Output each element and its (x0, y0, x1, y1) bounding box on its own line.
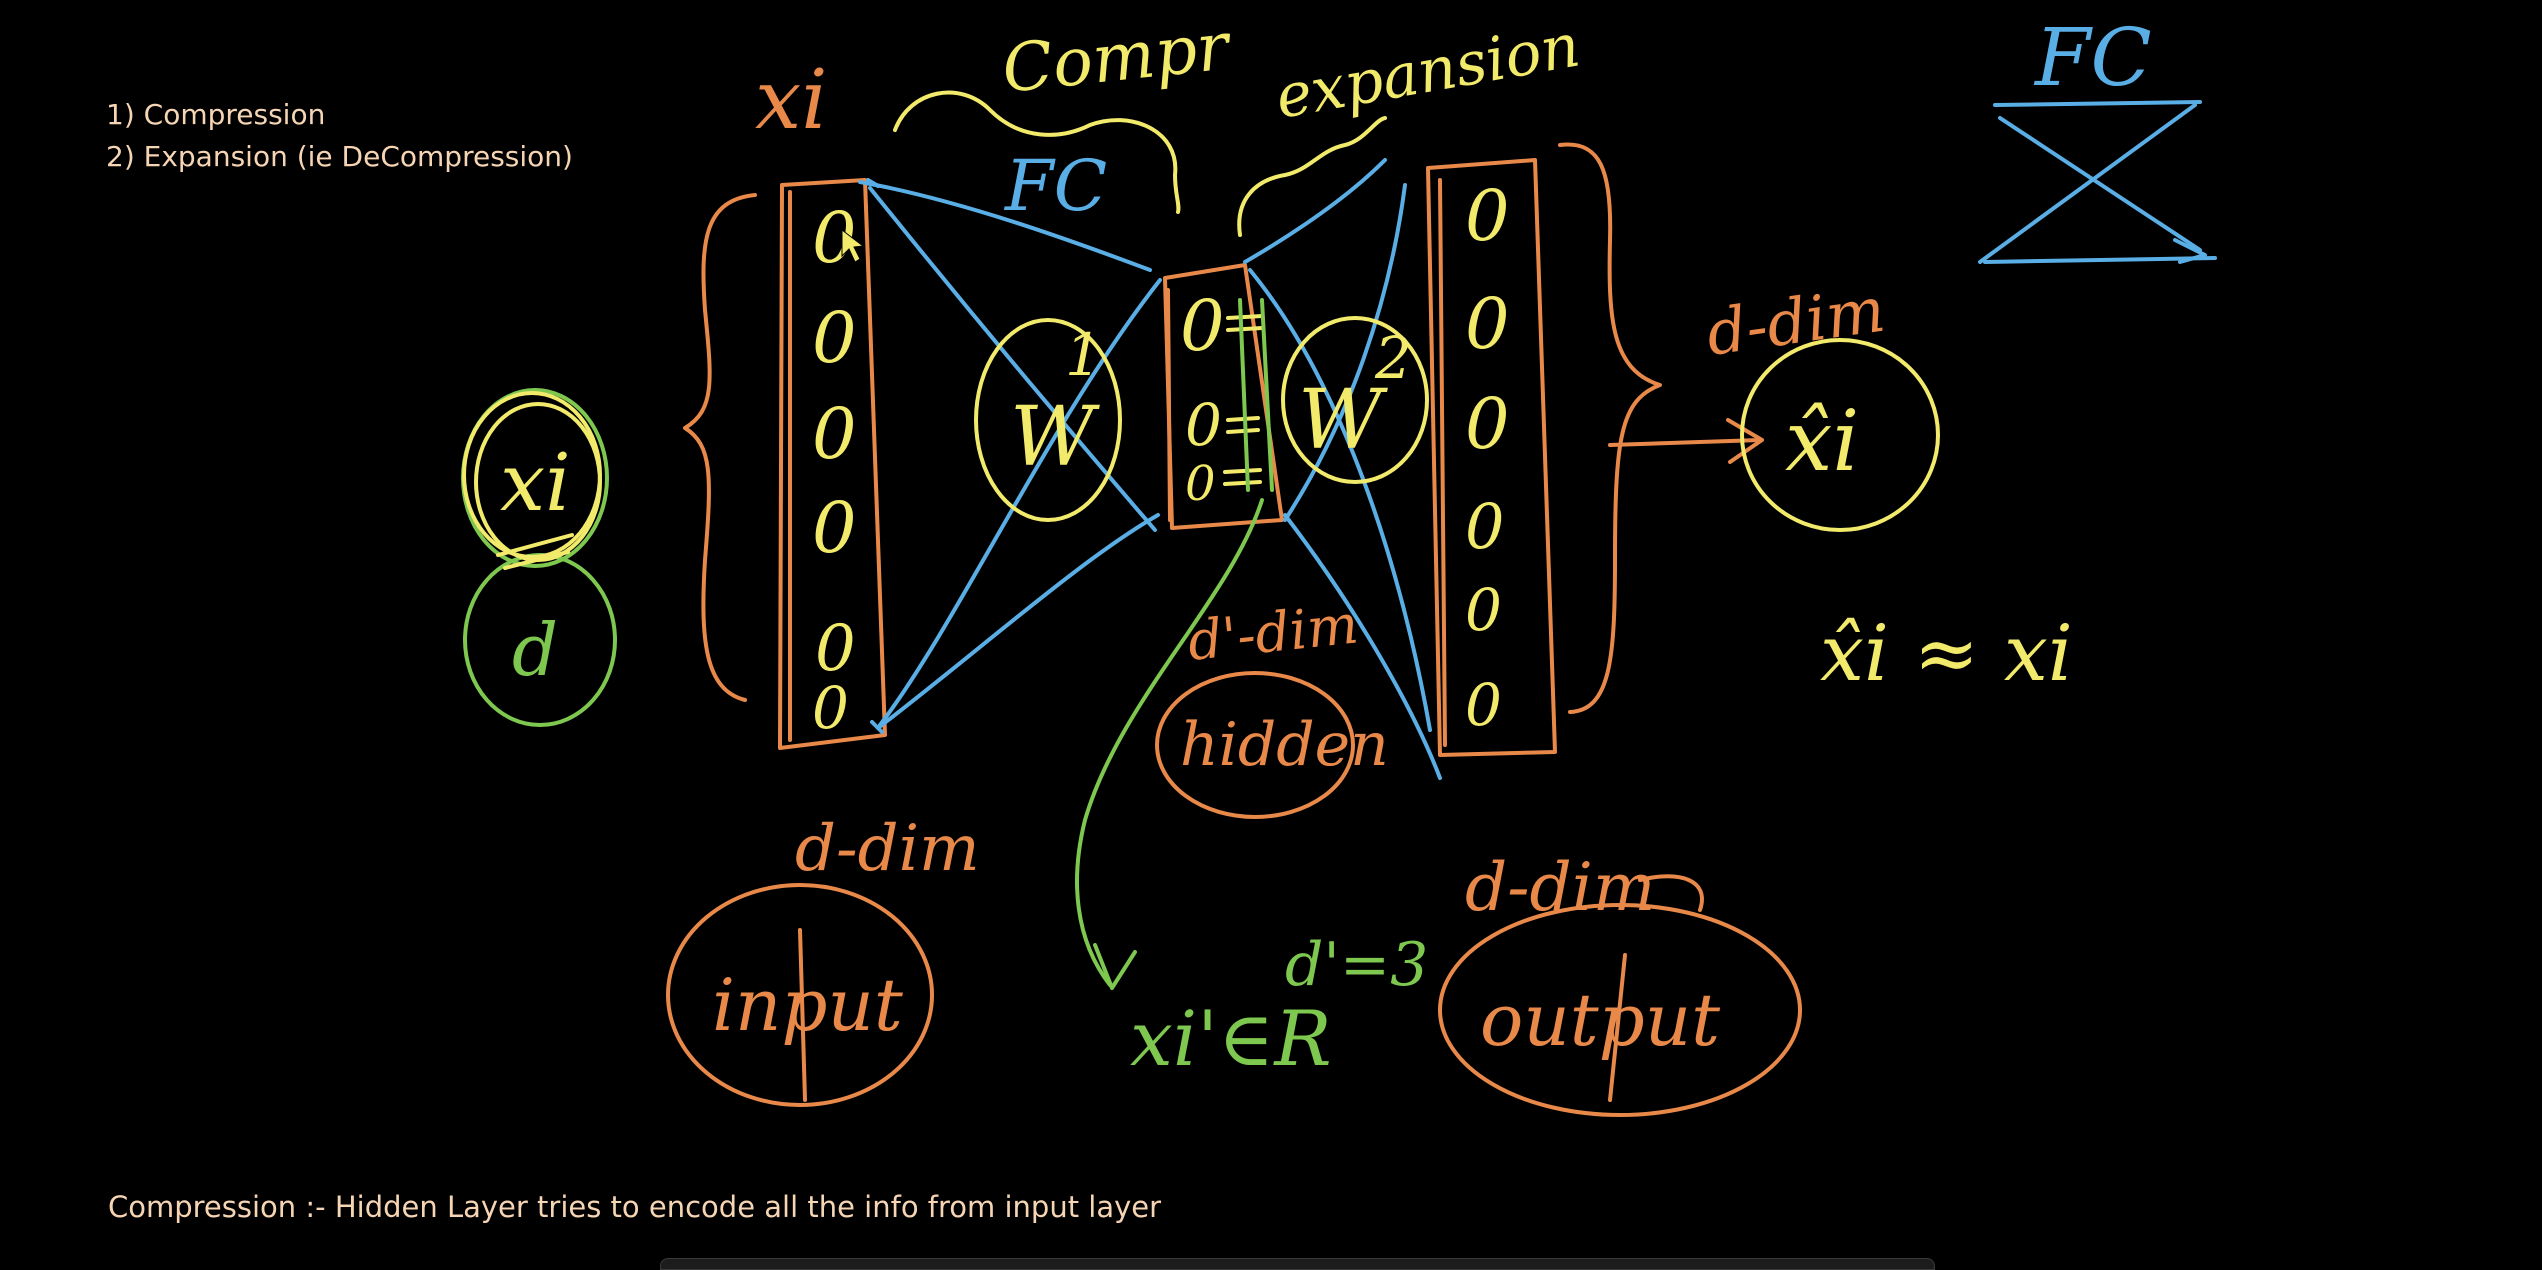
d-dim-right-label: d-dim (1702, 273, 1889, 370)
input-stroke (798, 928, 807, 1102)
fc-corner-label: FC (2033, 11, 2152, 104)
xi-left-label: xi (500, 436, 571, 529)
hidden-neuron: 0 (1180, 285, 1225, 367)
whiteboard-canvas[interactable]: 1) Compression 2) Expansion (ie DeCompre… (0, 0, 2542, 1270)
w1-label: W (1010, 390, 1100, 485)
autoencoder-drawing: FC xi Compr FC expansion xi d 0 0 0 0 0 … (461, 7, 2217, 1117)
input-layer: 0 0 0 0 0 0 (778, 178, 887, 750)
hidden-layer: 0 0 0 (1163, 263, 1284, 530)
expansion-label: expansion (1270, 11, 1584, 133)
output-neuron: 0 (1465, 283, 1510, 365)
output-neuron: 0 (1465, 383, 1510, 465)
d-left-label: d (512, 608, 558, 692)
d-dim-output-label: d-dim (1465, 849, 1656, 926)
w1-superscript: 1 (1065, 321, 1102, 389)
compr-label: Compr (999, 7, 1236, 108)
output-neuron: 0 (1465, 576, 1502, 644)
xi-hat-label: x̂i (1785, 392, 1859, 490)
fc-symbol: FC (1978, 11, 2217, 264)
hidden-label: hidden (1180, 710, 1389, 780)
w2-superscript: 2 (1374, 324, 1412, 392)
output-neuron: 0 (1465, 490, 1504, 563)
xi-prime-r-label: xi'∈R (1130, 994, 1332, 1083)
input-brace (683, 193, 757, 702)
w2-weights-circle: W 2 (1281, 316, 1429, 484)
input-vector-circle: xi d (461, 388, 617, 727)
hidden-neuron: 0 (1185, 391, 1222, 459)
input-neuron: 0 (812, 393, 857, 475)
d-prime-3-label: d'=3 (1285, 930, 1428, 1000)
input-neuron: 0 (812, 674, 849, 742)
output-neuron: 0 (1465, 671, 1502, 739)
output-neuron: 0 (1465, 175, 1510, 257)
input-neuron: 0 (812, 487, 857, 569)
xi-top-label: xi (755, 53, 827, 148)
fc-mid-label: FC (1003, 145, 1107, 227)
input-label: input (712, 963, 904, 1047)
output-arrow (1608, 438, 1762, 447)
d-prime-dim-label: d'-dim (1185, 592, 1361, 672)
d-dim-input-label: d-dim (795, 812, 980, 886)
xi-hat-approx-equation: x̂i ≈ xi (1820, 609, 2073, 699)
hidden-neuron: 0 (1185, 456, 1216, 512)
input-neuron: 0 (812, 297, 857, 379)
output-layer: 0 0 0 0 0 0 (1426, 158, 1557, 757)
output-label: output (1480, 978, 1721, 1062)
w1-weights-circle: W 1 (974, 318, 1122, 522)
output-brace (1558, 142, 1662, 714)
horizontal-scrollbar[interactable] (660, 1258, 1935, 1270)
latent-arrowhead (1093, 943, 1137, 990)
